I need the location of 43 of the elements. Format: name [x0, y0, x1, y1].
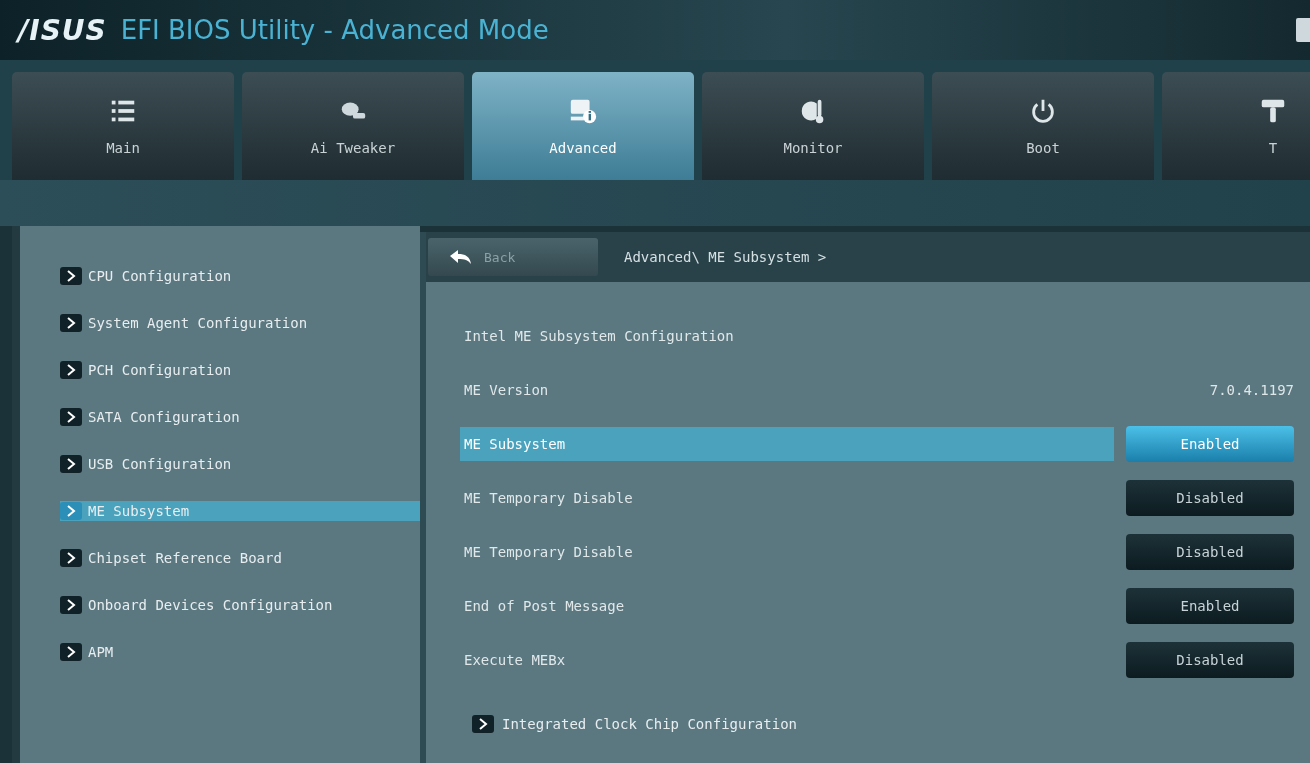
back-arrow-icon — [448, 249, 472, 265]
tab[interactable]: Main — [12, 72, 234, 180]
chevron-icon — [60, 361, 82, 379]
tab[interactable]: T — [1162, 72, 1310, 180]
tab[interactable]: Ai Tweaker — [242, 72, 464, 180]
chevron-icon — [60, 549, 82, 567]
breadcrumb: Advanced\ ME Subsystem > — [624, 249, 827, 265]
setting-label: ME Version — [463, 381, 550, 400]
submenu-item[interactable]: Integrated Clock Chip Configuration — [460, 706, 1294, 742]
sidebar-item[interactable]: System Agent Configuration — [60, 313, 420, 333]
chevron-icon — [60, 596, 82, 614]
sidebar-item[interactable]: APM — [60, 642, 420, 662]
chevron-icon — [60, 267, 82, 285]
chevron-icon — [60, 643, 82, 661]
back-button[interactable]: Back — [428, 238, 598, 276]
option-button[interactable]: Disabled — [1126, 480, 1294, 516]
sidebar-item[interactable]: SATA Configuration — [60, 407, 420, 427]
sidebar-item[interactable]: USB Configuration — [60, 454, 420, 474]
tab[interactable]: Advanced — [472, 72, 694, 180]
setting-label[interactable]: ME Subsystem — [460, 427, 1114, 461]
sidebar-item[interactable]: ME Subsystem — [60, 501, 420, 521]
chevron-icon — [60, 408, 82, 426]
chevron-icon — [60, 314, 82, 332]
sidebar-item[interactable]: Chipset Reference Board — [60, 548, 420, 568]
option-button[interactable]: Enabled — [1126, 588, 1294, 624]
sidebar-item[interactable]: CPU Configuration — [60, 266, 420, 286]
option-button[interactable]: Disabled — [1126, 642, 1294, 678]
chevron-icon — [472, 715, 494, 733]
sidebar-item[interactable]: PCH Configuration — [60, 360, 420, 380]
setting-label[interactable]: ME Temporary Disable — [460, 481, 1114, 515]
section-heading: Intel ME Subsystem Configuration — [463, 327, 735, 346]
setting-label[interactable]: ME Temporary Disable — [460, 535, 1114, 569]
chevron-icon — [60, 502, 82, 520]
setting-value: 7.0.4.1197 — [1209, 382, 1294, 398]
option-button[interactable]: Disabled — [1126, 534, 1294, 570]
chevron-icon — [60, 455, 82, 473]
sidebar-item[interactable]: Onboard Devices Configuration — [60, 595, 420, 615]
tab[interactable]: Monitor — [702, 72, 924, 180]
window-title: EFI BIOS Utility - Advanced Mode — [120, 15, 549, 45]
option-button[interactable]: Enabled — [1126, 426, 1294, 462]
setting-label[interactable]: End of Post Message — [460, 589, 1114, 623]
setting-label[interactable]: Execute MEBx — [460, 643, 1114, 677]
tab[interactable]: Boot — [932, 72, 1154, 180]
